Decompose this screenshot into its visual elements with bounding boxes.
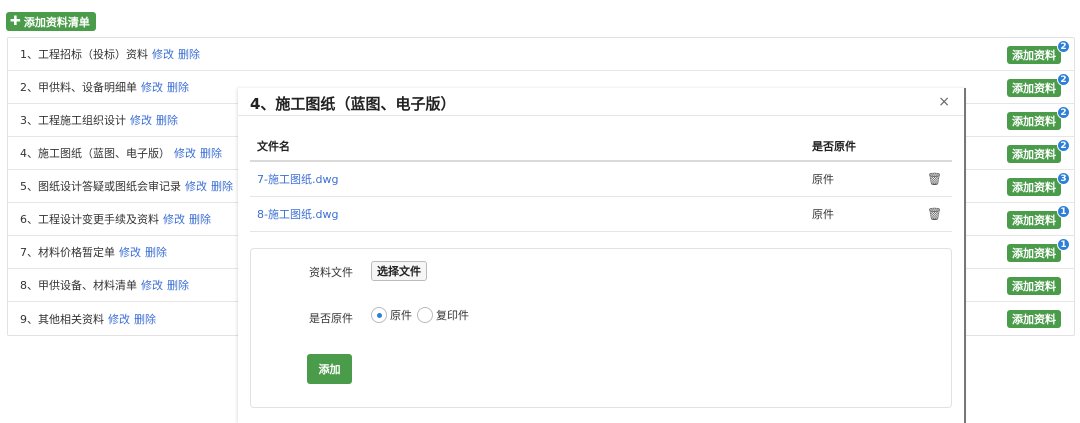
item-label: 4、施工图纸（蓝图、电子版）: [20, 147, 170, 160]
add-document-button[interactable]: 添加资料: [1007, 310, 1061, 328]
edit-link[interactable]: 修改: [130, 112, 152, 128]
edit-link[interactable]: 修改: [185, 178, 207, 194]
delete-link[interactable]: 删除: [189, 211, 211, 227]
edit-link[interactable]: 修改: [119, 244, 141, 260]
edit-link[interactable]: 修改: [152, 46, 174, 62]
item-label: 8、甲供设备、材料清单: [20, 279, 137, 292]
delete-link[interactable]: 删除: [211, 178, 233, 194]
count-badge: 2: [1057, 40, 1070, 53]
add-list-button[interactable]: ✚ 添加资料清单: [6, 12, 96, 31]
edit-link[interactable]: 修改: [163, 211, 185, 227]
radio-copy[interactable]: [417, 307, 433, 323]
original-radio-group: 原件 复印件: [371, 307, 471, 323]
original-cell: 原件: [812, 208, 834, 221]
delete-link[interactable]: 删除: [200, 145, 222, 161]
add-document-button[interactable]: 添加资料: [1007, 145, 1061, 163]
add-document-button[interactable]: 添加资料: [1007, 46, 1061, 64]
delete-link[interactable]: 删除: [167, 79, 189, 95]
edit-link[interactable]: 修改: [141, 79, 163, 95]
item-label: 9、其他相关资料: [20, 312, 104, 326]
choose-file-button[interactable]: 选择文件: [371, 261, 427, 281]
file-table: 文件名 是否原件 7-施工图纸.dwg 原件 🗑 8-施工图纸.dwg 原件 🗑: [250, 132, 952, 232]
add-document-button[interactable]: 添加资料: [1007, 79, 1061, 97]
count-badge: 1: [1057, 238, 1070, 251]
table-row: 7-施工图纸.dwg 原件 🗑: [250, 162, 952, 197]
item-label: 3、工程施工组织设计: [20, 114, 126, 127]
close-icon[interactable]: ×: [938, 94, 950, 110]
col-original: 是否原件: [812, 140, 856, 153]
list-item: 1、工程招标（投标）资料 修改 删除 添加资料 2: [8, 38, 1074, 71]
col-filename: 文件名: [257, 140, 290, 153]
original-cell: 原件: [812, 173, 834, 186]
edit-link[interactable]: 修改: [108, 311, 130, 327]
item-label: 2、甲供料、设备明细单: [20, 81, 137, 94]
delete-link[interactable]: 删除: [145, 244, 167, 260]
add-document-button[interactable]: 添加资料: [1007, 244, 1061, 262]
trash-icon[interactable]: 🗑: [927, 207, 942, 221]
table-header: 文件名 是否原件: [250, 132, 952, 162]
file-label: 资料文件: [309, 266, 353, 279]
upload-form: 资料文件 选择文件 是否原件 原件 复印件 添加: [250, 248, 952, 408]
add-document-button[interactable]: 添加资料: [1007, 277, 1061, 295]
document-modal: 4、施工图纸（蓝图、电子版） × 文件名 是否原件 7-施工图纸.dwg 原件 …: [238, 88, 966, 423]
item-label: 7、材料价格暂定单: [20, 246, 115, 259]
delete-link[interactable]: 删除: [156, 112, 178, 128]
radio-copy-label: 复印件: [436, 309, 469, 322]
delete-link[interactable]: 删除: [178, 46, 200, 62]
add-document-button[interactable]: 添加资料: [1007, 178, 1061, 196]
delete-link[interactable]: 删除: [134, 311, 156, 327]
original-label: 是否原件: [309, 312, 353, 325]
count-badge: 3: [1057, 172, 1070, 185]
modal-title: 4、施工图纸（蓝图、电子版）: [250, 95, 456, 113]
item-label: 5、图纸设计答疑或图纸会审记录: [20, 180, 181, 193]
item-label: 1、工程招标（投标）资料: [20, 48, 148, 61]
item-label: 6、工程设计变更手续及资料: [20, 213, 159, 226]
delete-link[interactable]: 删除: [167, 277, 189, 293]
edit-link[interactable]: 修改: [141, 277, 163, 293]
submit-button[interactable]: 添加: [307, 354, 352, 384]
count-badge: 2: [1057, 139, 1070, 152]
file-link[interactable]: 7-施工图纸.dwg: [257, 171, 338, 187]
count-badge: 2: [1057, 73, 1070, 86]
count-badge: 1: [1057, 205, 1070, 218]
add-document-button[interactable]: 添加资料: [1007, 211, 1061, 229]
add-document-button[interactable]: 添加资料: [1007, 112, 1061, 130]
radio-original[interactable]: [371, 307, 387, 323]
divider: [238, 115, 964, 116]
plus-icon: ✚: [10, 14, 21, 29]
trash-icon[interactable]: 🗑: [927, 172, 942, 186]
count-badge: 2: [1057, 106, 1070, 119]
file-link[interactable]: 8-施工图纸.dwg: [257, 206, 338, 222]
table-row: 8-施工图纸.dwg 原件 🗑: [250, 197, 952, 232]
radio-original-label: 原件: [390, 309, 412, 322]
edit-link[interactable]: 修改: [174, 145, 196, 161]
add-list-label: 添加资料清单: [23, 15, 90, 29]
